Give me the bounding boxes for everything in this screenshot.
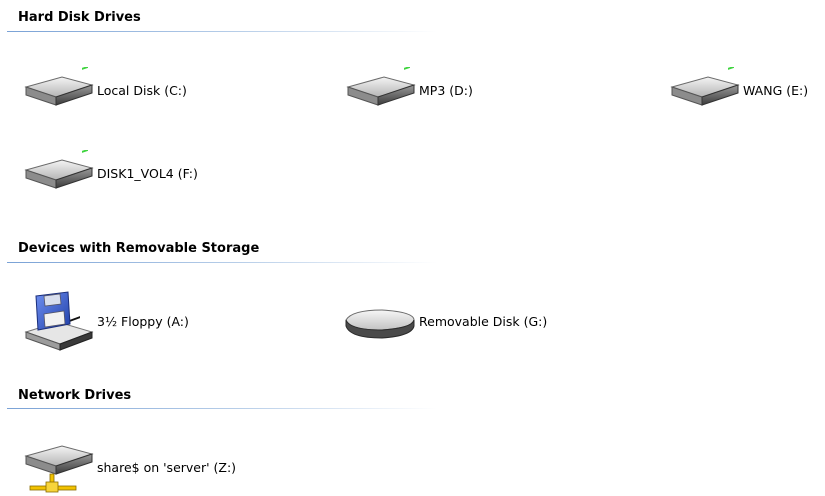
my-computer-drive-list: Hard Disk Drives Local Disk (C:) MP3 (D:… xyxy=(0,0,825,496)
drive-label: MP3 (D:) xyxy=(419,83,473,98)
group-divider xyxy=(7,262,437,263)
group-header-removable-storage: Devices with Removable Storage xyxy=(18,241,260,256)
network-drive-icon xyxy=(24,445,94,493)
group-divider xyxy=(7,31,437,32)
drive-label: Local Disk (C:) xyxy=(97,83,187,98)
drive-item-e[interactable]: WANG (E:) xyxy=(666,67,808,115)
drive-item-d[interactable]: MP3 (D:) xyxy=(342,67,473,115)
drive-item-a[interactable]: 3½ Floppy (A:) xyxy=(20,290,189,354)
drive-item-g[interactable]: Removable Disk (G:) xyxy=(342,298,547,346)
drive-label: DISK1_VOL4 (F:) xyxy=(97,166,198,181)
drive-label: WANG (E:) xyxy=(743,83,809,98)
removable-disk-icon xyxy=(345,309,415,339)
drive-item-c[interactable]: Local Disk (C:) xyxy=(20,67,187,115)
hard-drive-icon xyxy=(670,67,740,106)
group-divider xyxy=(7,408,437,409)
floppy-drive-icon xyxy=(24,291,94,351)
drive-label: share$ on 'server' (Z:) xyxy=(97,460,237,475)
drive-label: 3½ Floppy (A:) xyxy=(97,314,189,329)
drive-item-f[interactable]: DISK1_VOL4 (F:) xyxy=(20,150,198,198)
hard-drive-icon xyxy=(24,150,94,189)
hard-drive-icon xyxy=(346,67,416,106)
drive-item-z[interactable]: share$ on 'server' (Z:) xyxy=(20,440,236,496)
group-header-hard-disk-drives: Hard Disk Drives xyxy=(18,10,141,25)
hard-drive-icon xyxy=(24,67,94,106)
drive-label: Removable Disk (G:) xyxy=(419,314,548,329)
group-header-network-drives: Network Drives xyxy=(18,388,132,403)
